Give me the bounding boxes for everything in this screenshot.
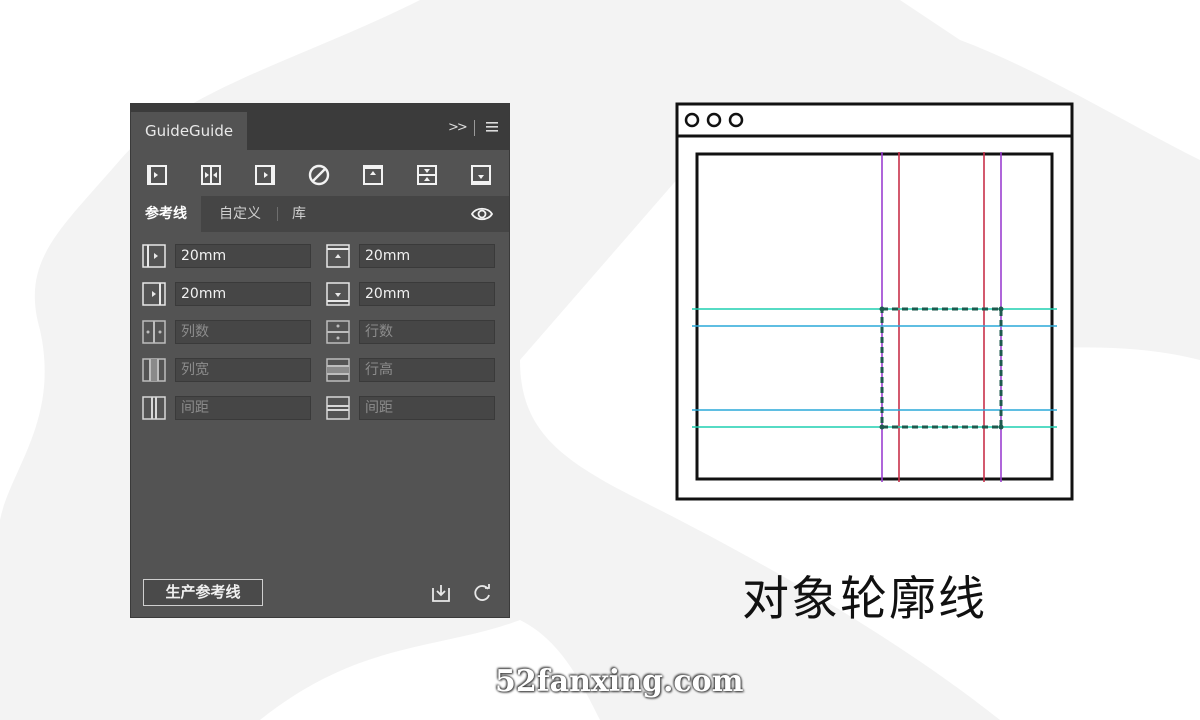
selection-handle [879,424,885,430]
clear-guides-icon[interactable] [306,162,332,188]
column-gutter-icon [142,396,166,420]
guide-toolbar [131,150,509,196]
bottom-margin-input[interactable]: 20mm [359,282,495,306]
top-guide-icon[interactable] [360,162,386,188]
right-margin-input[interactable]: 20mm [175,282,311,306]
column-gutter-input[interactable]: 间距 [175,396,311,420]
row-height-icon [326,358,350,382]
column-width-input[interactable]: 列宽 [175,358,311,382]
guide-illustration [675,102,1074,501]
titlebar-divider [474,120,475,136]
row-gutter-input[interactable]: 间距 [359,396,495,420]
selection-handle [998,306,1004,312]
collapse-panel-icon[interactable]: >> [448,120,468,135]
tab-custom[interactable]: 自定义 [219,196,261,232]
rows-icon [326,320,350,344]
rows-input[interactable]: 行数 [359,320,495,344]
caption-title: 对象轮廓线 [742,572,987,627]
guideguide-panel: GuideGuide >> 参考线 自定义 库 20mm 20mm 20mm 2… [130,103,510,618]
selection-handle [998,424,1004,430]
columns-input[interactable]: 列数 [175,320,311,344]
column-width-icon [142,358,166,382]
panel-subtabs: 参考线 自定义 库 [131,196,509,232]
row-gutter-icon [326,396,350,420]
right-guide-icon[interactable] [252,162,278,188]
top-margin-input[interactable]: 20mm [359,244,495,268]
panel-title-tab[interactable]: GuideGuide [131,112,247,150]
center-horizontal-guide-icon[interactable] [414,162,440,188]
watermark-text: 52fanxing.com [495,664,744,699]
selection-handle [879,306,885,312]
left-margin-input[interactable]: 20mm [175,244,311,268]
object-outline [695,152,1054,481]
top-margin-icon [326,244,350,268]
right-margin-icon [142,282,166,306]
bottom-margin-icon [326,282,350,306]
tab-library[interactable]: 库 [292,196,306,232]
generate-guides-button[interactable]: 生产参考线 [143,579,263,606]
columns-icon [142,320,166,344]
save-preset-icon[interactable] [430,582,452,604]
bottom-guide-icon[interactable] [468,162,494,188]
subtab-divider [277,207,278,221]
panel-menu-icon[interactable] [485,120,499,134]
left-margin-icon [142,244,166,268]
refresh-icon[interactable] [471,582,493,604]
center-vertical-guide-icon[interactable] [198,162,224,188]
left-guide-icon[interactable] [144,162,170,188]
panel-titlebar: GuideGuide >> [131,104,509,150]
tab-guides[interactable]: 参考线 [131,196,201,232]
eye-icon[interactable] [470,204,494,224]
row-height-input[interactable]: 行高 [359,358,495,382]
